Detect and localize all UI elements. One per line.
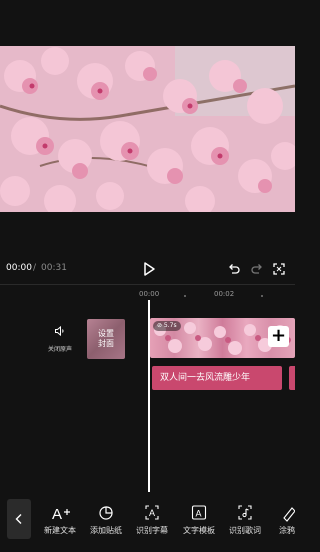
text-plus-icon: A <box>52 506 70 522</box>
tool-label: 新建文本 <box>44 526 76 535</box>
tool-label: 识别歌词 <box>229 526 261 535</box>
back-button[interactable] <box>7 499 31 539</box>
fullscreen-icon[interactable] <box>272 262 286 276</box>
playback-controls: 00:00 / 00:31 <box>0 260 295 282</box>
speaker-icon <box>55 325 64 337</box>
ruler-dot <box>261 295 263 297</box>
redo-icon[interactable] <box>250 262 264 276</box>
ruler-tick: 00:02 <box>214 290 235 298</box>
svg-text:A: A <box>52 506 62 522</box>
set-cover-button[interactable]: 设置 封面 <box>87 319 125 359</box>
play-icon[interactable] <box>141 261 157 277</box>
ruler-tick: 00:00 <box>139 290 160 298</box>
recognize-subtitles-button[interactable]: A 识别字幕 <box>131 504 173 536</box>
top-bar <box>0 0 295 46</box>
svg-text:A: A <box>149 508 155 518</box>
cover-label: 设置 <box>98 329 114 338</box>
video-preview[interactable] <box>0 46 295 212</box>
chevron-left-icon <box>15 514 22 524</box>
new-text-button[interactable]: A 新建文本 <box>39 504 81 536</box>
recognize-lyrics-button[interactable]: 识别歌词 <box>224 504 266 536</box>
tool-label: 识别字幕 <box>136 526 168 535</box>
cover-label: 封面 <box>98 339 114 348</box>
mute-label: 关闭原声 <box>47 346 72 353</box>
lyrics-recognize-icon <box>238 505 252 520</box>
time-separator: / <box>33 263 37 273</box>
tool-label: 文字模板 <box>183 526 215 535</box>
text-template-button[interactable]: A 文字模板 <box>178 504 220 536</box>
doodle-icon <box>283 507 295 522</box>
total-time: 00:31 <box>41 263 67 273</box>
tool-label: 涂鸦 <box>279 526 295 535</box>
clip-duration-badge: ⊘ 5.7s <box>153 321 181 331</box>
current-time: 00:00 <box>6 263 32 273</box>
doodle-button[interactable]: 涂鸦 <box>270 504 295 536</box>
ruler-dot <box>184 295 186 297</box>
cherry-blossom-image <box>0 46 295 212</box>
text-template-icon: A <box>191 505 207 520</box>
text-clip-next[interactable] <box>289 366 295 390</box>
playhead[interactable] <box>148 300 150 492</box>
divider <box>0 284 295 285</box>
subtitle-recognize-icon: A <box>145 505 159 520</box>
add-clip-button[interactable]: + <box>268 326 289 347</box>
mute-original-audio-button[interactable]: 关闭原声 <box>43 322 77 353</box>
preview-spacer <box>0 212 295 260</box>
text-clip[interactable]: 双人间一去风流雕少年 <box>152 366 282 390</box>
sticker-icon <box>99 506 113 520</box>
undo-icon[interactable] <box>227 262 241 276</box>
svg-text:A: A <box>196 509 202 519</box>
tool-label: 添加贴纸 <box>90 526 122 535</box>
add-sticker-button[interactable]: 添加贴纸 <box>85 504 127 536</box>
